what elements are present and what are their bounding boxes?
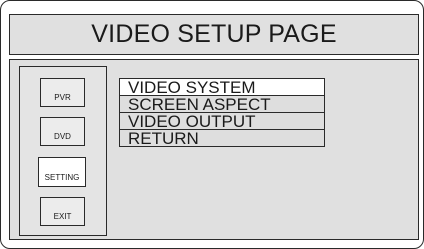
menu-item-video-system[interactable]: VIDEO SYSTEM: [119, 78, 325, 97]
pvr-button-label: PVR: [54, 93, 71, 102]
setting-button[interactable]: SETTING: [38, 157, 86, 187]
dvd-button[interactable]: DVD: [40, 117, 85, 146]
page-title-bar: VIDEO SETUP PAGE: [9, 14, 419, 55]
page-title: VIDEO SETUP PAGE: [91, 20, 337, 48]
menu-item-return[interactable]: RETURN: [119, 129, 325, 148]
pvr-button[interactable]: PVR: [40, 78, 85, 107]
dvd-button-label: DVD: [54, 132, 71, 141]
menu-item-video-output[interactable]: VIDEO OUTPUT: [119, 112, 325, 131]
setting-button-label: SETTING: [44, 173, 80, 182]
exit-button[interactable]: EXIT: [40, 197, 85, 226]
video-setup-menu: VIDEO SYSTEM SCREEN ASPECT VIDEO OUTPUT …: [119, 78, 325, 148]
exit-button-label: EXIT: [53, 212, 72, 221]
menu-item-screen-aspect[interactable]: SCREEN ASPECT: [119, 95, 325, 114]
